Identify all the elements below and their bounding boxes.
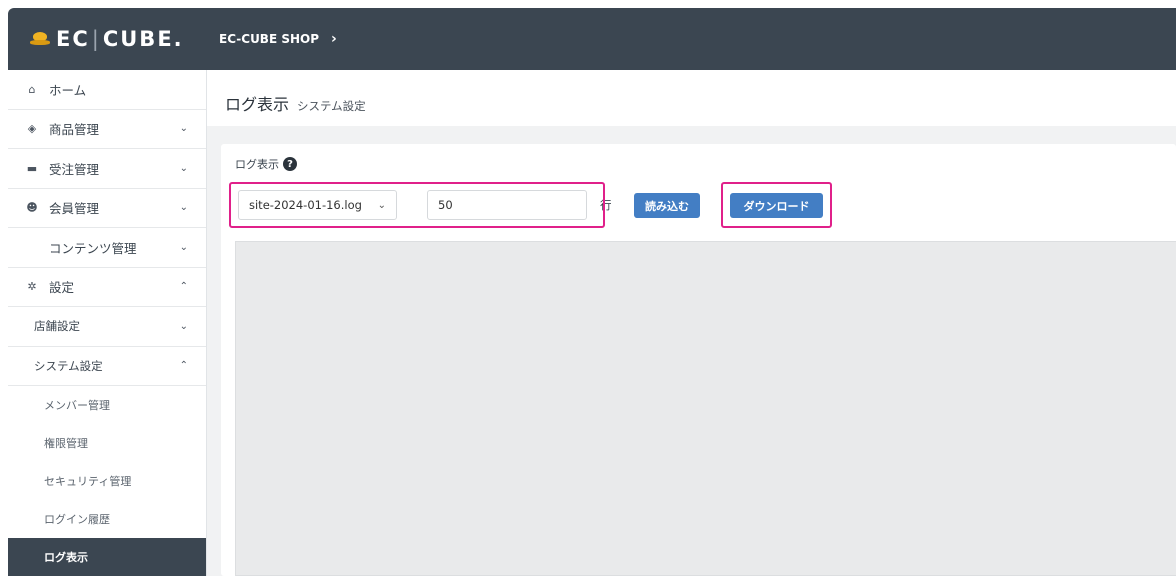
sidebar-item-label: 会員管理	[49, 201, 100, 217]
sidebar-item-members[interactable]: メンバー管理	[8, 386, 206, 424]
logo-text-cube: CUBE.	[102, 27, 184, 51]
sidebar-item-label: セキュリティ管理	[44, 475, 132, 488]
gear-icon: ✲	[27, 280, 37, 294]
logo[interactable]: EC | CUBE.	[8, 8, 207, 70]
sidebar-item-label: メンバー管理	[44, 399, 110, 412]
sidebar-item-label: 商品管理	[49, 122, 100, 138]
sidebar-item-authority[interactable]: 権限管理	[8, 424, 206, 462]
sidebar-item-label: ホーム	[49, 82, 87, 98]
shop-name: EC-CUBE SHOP	[219, 32, 320, 46]
page-subtitle: システム設定	[297, 99, 366, 113]
chevron-down-icon: ⌄	[179, 202, 188, 214]
log-controls: site-2024-01-16.log ⌄ 50 行 読み込む ダウンロード	[221, 144, 1176, 228]
sidebar-item-orders[interactable]: ▬ 受注管理 ⌄	[8, 149, 206, 189]
sidebar-item-label: 設定	[49, 280, 75, 296]
main-content: ログ表示 システム設定 ログ表示 ? site-2024-01-16.log ⌄…	[207, 70, 1176, 576]
home-icon: ⌂	[28, 82, 36, 96]
cube-icon: ◈	[27, 122, 37, 136]
sidebar-item-label: 店舗設定	[34, 319, 80, 334]
chevron-down-icon: ⌄	[179, 162, 188, 174]
sidebar-item-shop-settings[interactable]: 店舗設定 ⌄	[8, 307, 206, 347]
sidebar-item-label: 権限管理	[44, 437, 88, 450]
users-icon: ☻	[26, 201, 38, 215]
chevron-down-icon: ⌄	[179, 241, 188, 253]
highlight-box-select-input	[229, 182, 605, 228]
sidebar-item-products[interactable]: ◈ 商品管理 ⌄	[8, 110, 206, 149]
chevron-down-icon: ⌄	[179, 123, 188, 135]
chevron-up-icon: ⌃	[179, 360, 188, 372]
logo-hat-icon	[30, 32, 50, 46]
sidebar-item-label: コンテンツ管理	[49, 240, 137, 256]
log-output-area[interactable]	[235, 241, 1176, 576]
load-button[interactable]: 読み込む	[634, 193, 700, 218]
sidebar: ⌂ ホーム ◈ 商品管理 ⌄ ▬ 受注管理 ⌄ ☻ 会員管理 ⌄ コンテンツ管理 ⌄ ✲…	[8, 70, 207, 576]
sidebar-item-log[interactable]: ログ表示	[8, 538, 206, 576]
sidebar-item-contents[interactable]: コンテンツ管理 ⌄	[8, 228, 206, 268]
sidebar-item-home[interactable]: ⌂ ホーム	[8, 70, 206, 110]
chevron-up-icon: ⌃	[179, 281, 188, 293]
top-header: EC | CUBE. EC-CUBE SHOP ›	[8, 8, 1176, 70]
chevron-down-icon: ⌄	[179, 320, 188, 332]
chevron-right-icon: ›	[331, 31, 337, 47]
sidebar-item-label: ログイン履歴	[44, 513, 110, 526]
cart-icon: ▬	[26, 161, 38, 175]
app-window: EC | CUBE. EC-CUBE SHOP › ⌂ ホーム ◈ 商品管理 ⌄ ▬…	[8, 8, 1176, 576]
page-title: ログ表示	[225, 95, 290, 114]
sidebar-item-system-settings[interactable]: システム設定 ⌃	[8, 347, 206, 386]
sidebar-item-customers[interactable]: ☻ 会員管理 ⌄	[8, 189, 206, 228]
shop-link[interactable]: EC-CUBE SHOP ›	[207, 31, 337, 47]
sidebar-item-label: システム設定	[34, 358, 103, 373]
highlight-box-download	[721, 182, 832, 228]
sidebar-item-label: 受注管理	[49, 161, 100, 177]
log-card: ログ表示 ? site-2024-01-16.log ⌄ 50 行 読み込む ダ…	[221, 144, 1176, 576]
logo-text-ec: EC	[56, 27, 90, 51]
sidebar-item-label: ログ表示	[44, 551, 88, 564]
sidebar-item-security[interactable]: セキュリティ管理	[8, 462, 206, 500]
logo-separator: |	[91, 27, 101, 51]
sidebar-item-login-history[interactable]: ログイン履歴	[8, 500, 206, 538]
sidebar-item-settings[interactable]: ✲ 設定 ⌃	[8, 268, 206, 307]
page-header: ログ表示 システム設定	[207, 70, 1176, 126]
